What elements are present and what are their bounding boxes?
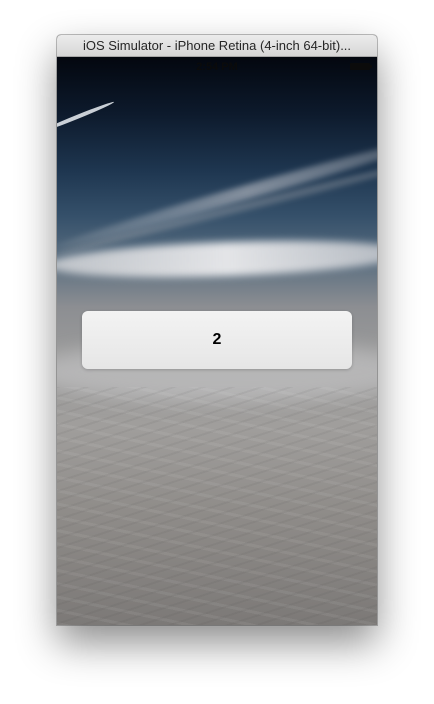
counter-card[interactable]: 2 — [82, 311, 352, 369]
counter-value: 2 — [212, 331, 222, 348]
background-image — [57, 100, 115, 134]
window-title: iOS Simulator - iPhone Retina (4-inch 64… — [82, 38, 352, 53]
device-screen: 2:54 PM 2 — [57, 57, 377, 625]
battery-icon — [350, 63, 370, 70]
battery-tip-icon — [370, 65, 372, 68]
simulator-window: iOS Simulator - iPhone Retina (4-inch 64… — [57, 35, 377, 625]
window-titlebar[interactable]: iOS Simulator - iPhone Retina (4-inch 64… — [57, 35, 377, 57]
status-time: 2:54 PM — [196, 61, 238, 73]
desktop: iOS Simulator - iPhone Retina (4-inch 64… — [0, 0, 434, 704]
status-bar: 2:54 PM — [57, 57, 377, 77]
background-image — [57, 130, 377, 254]
background-image — [57, 387, 377, 625]
